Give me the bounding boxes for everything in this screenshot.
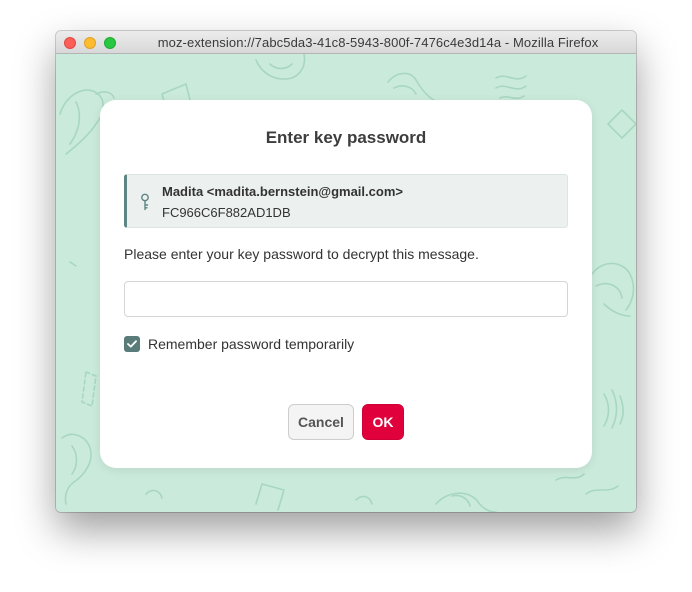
key-user-id: Madita <madita.bernstein@gmail.com>	[162, 184, 403, 199]
dialog-title: Enter key password	[265, 128, 427, 147]
window-minimize-button[interactable]	[84, 37, 96, 49]
cancel-button[interactable]: Cancel	[288, 404, 354, 440]
key-icon	[141, 193, 149, 211]
remember-checkbox[interactable]	[124, 336, 140, 352]
remember-checkbox-label[interactable]: Remember password temporarily	[148, 336, 354, 352]
title-bar[interactable]: moz-extension://7abc5da3-41c8-5943-800f-…	[56, 31, 636, 54]
key-fingerprint: FC966C6F882AD1DB	[162, 205, 291, 220]
password-prompt-text: Please enter your key password to decryp…	[124, 246, 479, 262]
window-close-button[interactable]	[64, 37, 76, 49]
key-info-box: Madita <madita.bernstein@gmail.com> FC96…	[124, 174, 568, 228]
password-input[interactable]	[124, 281, 568, 317]
window-maximize-button[interactable]	[104, 37, 116, 49]
checkmark-icon	[127, 340, 137, 348]
window-title: moz-extension://7abc5da3-41c8-5943-800f-…	[157, 35, 599, 50]
browser-window: moz-extension://7abc5da3-41c8-5943-800f-…	[56, 31, 636, 512]
ok-button[interactable]: OK	[362, 404, 404, 440]
password-dialog: Enter key password Madita <madita.bernst…	[100, 100, 592, 468]
